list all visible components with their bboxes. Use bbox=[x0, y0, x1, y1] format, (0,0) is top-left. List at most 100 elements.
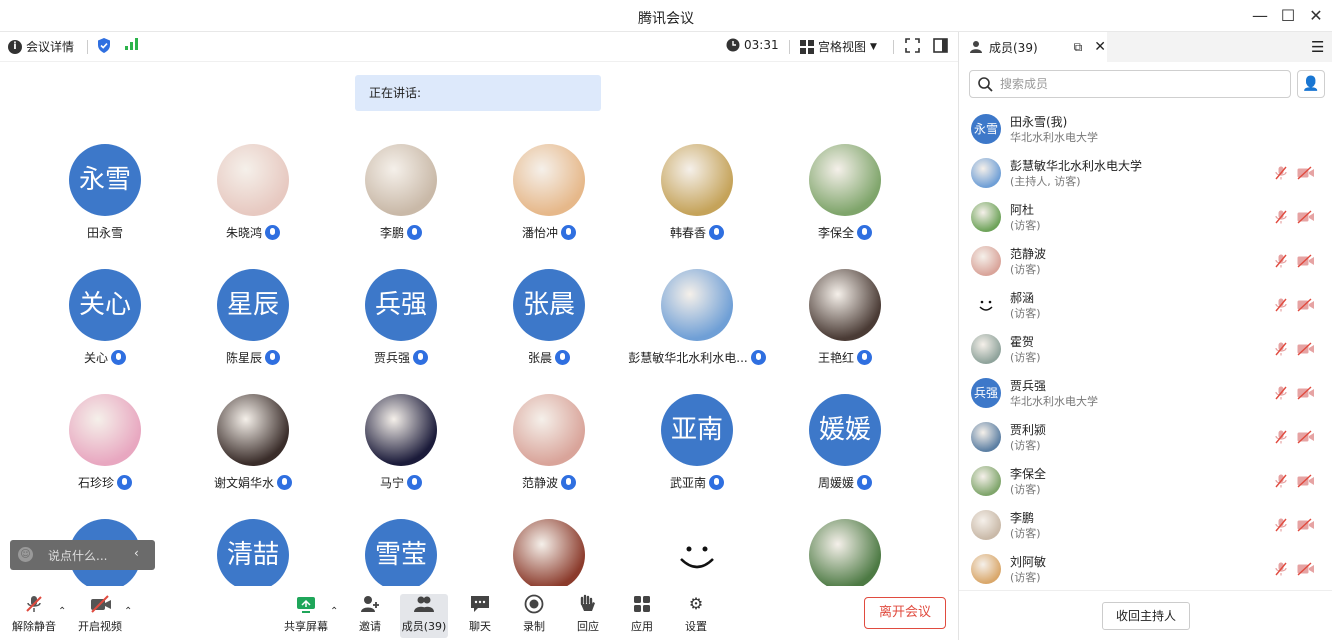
settings-button[interactable]: ⚙ 设置 bbox=[670, 594, 722, 638]
minimize-icon[interactable]: — bbox=[1250, 6, 1270, 26]
share-screen-button[interactable]: 共享屏幕 bbox=[280, 594, 332, 638]
quick-chat-input[interactable]: ☺ 说点什么... ‹ bbox=[10, 540, 155, 570]
invite-label: 邀请 bbox=[359, 620, 381, 633]
maximize-icon[interactable]: ☐ bbox=[1278, 6, 1298, 26]
close-panel-icon[interactable]: ✕ bbox=[1094, 39, 1106, 55]
participant-tile[interactable]: 亚南 武亚南 bbox=[627, 372, 767, 490]
mic-muted-icon[interactable] bbox=[1275, 562, 1289, 576]
leave-meeting-button[interactable]: 离开会议 bbox=[864, 597, 946, 629]
participant-tile[interactable]: 李保全 bbox=[775, 122, 915, 240]
participant-tile[interactable]: 永雪 田永雪 bbox=[35, 122, 175, 240]
participant-tile[interactable]: 马宁 bbox=[331, 372, 471, 490]
view-mode-dropdown[interactable]: 宫格视图 ▼ bbox=[800, 38, 877, 55]
members-button[interactable]: 成员(39) bbox=[400, 594, 448, 638]
participant-name-text: 关心 bbox=[83, 351, 108, 365]
network-signal-button[interactable] bbox=[125, 38, 139, 50]
mic-muted-icon[interactable] bbox=[1275, 298, 1289, 312]
mic-muted-icon[interactable] bbox=[1275, 386, 1289, 400]
start-video-button[interactable]: 开启视频 bbox=[74, 594, 126, 638]
member-row[interactable]: 阿杜 (访客) bbox=[959, 196, 1332, 240]
mic-muted-icon[interactable] bbox=[1275, 430, 1289, 444]
camera-off-icon[interactable] bbox=[1297, 166, 1315, 180]
participant-tile[interactable]: 范静波 bbox=[479, 372, 619, 490]
mic-muted-icon[interactable] bbox=[1275, 342, 1289, 356]
camera-off-icon[interactable] bbox=[1297, 386, 1315, 400]
unmute-button[interactable]: 解除静音 bbox=[8, 594, 60, 638]
participant-tile[interactable]: 雪莹 bbox=[331, 497, 471, 586]
invite-member-button[interactable]: 👤 bbox=[1297, 70, 1325, 98]
chat-button[interactable]: 聊天 bbox=[454, 594, 506, 638]
camera-off-icon[interactable] bbox=[1297, 474, 1315, 488]
participant-tile[interactable]: 兵强 贾兵强 bbox=[331, 247, 471, 365]
participant-tile[interactable]: 清喆 bbox=[183, 497, 323, 586]
mic-muted-icon[interactable] bbox=[1275, 166, 1289, 180]
member-row[interactable]: 李保全 (访客) bbox=[959, 460, 1332, 504]
avatar: 兵强 bbox=[365, 269, 437, 341]
mic-icon bbox=[277, 475, 292, 490]
fullscreen-button[interactable] bbox=[905, 38, 920, 53]
menu-icon[interactable]: ☰ bbox=[1311, 38, 1324, 56]
record-button[interactable]: 录制 bbox=[508, 594, 560, 638]
member-row[interactable]: 永雪 田永雪(我) 华北水利水电大学 bbox=[959, 108, 1332, 152]
share-options-chevron-icon[interactable]: ⌃ bbox=[330, 606, 338, 617]
close-icon[interactable]: ✕ bbox=[1306, 6, 1326, 26]
meeting-details-button[interactable]: i 会议详情 bbox=[8, 38, 74, 55]
participant-tile[interactable]: 媛媛 周媛媛 bbox=[775, 372, 915, 490]
tab-members[interactable]: 成员(39) ⧉ ✕ bbox=[959, 32, 1107, 62]
participant-tile[interactable]: 关心 关心 bbox=[35, 247, 175, 365]
member-row[interactable]: 李鹏 (访客) bbox=[959, 504, 1332, 548]
member-row[interactable]: 郝涵 (访客) bbox=[959, 284, 1332, 328]
participant-tile[interactable]: 石珍珍 bbox=[35, 372, 175, 490]
participant-name: 周媛媛 bbox=[775, 474, 915, 491]
participant-tile[interactable]: 李鹏 bbox=[331, 122, 471, 240]
apps-button[interactable]: 应用 bbox=[616, 594, 668, 638]
participant-name: 谢文娟华水 bbox=[183, 474, 323, 491]
member-name: 阿杜 bbox=[1010, 203, 1035, 217]
participant-tile[interactable] bbox=[627, 497, 767, 586]
invite-button[interactable]: 邀请 bbox=[344, 594, 396, 638]
mic-muted-icon[interactable] bbox=[1275, 518, 1289, 532]
mic-icon bbox=[750, 350, 766, 365]
toggle-sidebar-button[interactable] bbox=[933, 38, 948, 53]
mic-muted-icon[interactable] bbox=[1275, 474, 1289, 488]
video-options-chevron-icon[interactable]: ⌃ bbox=[124, 606, 132, 617]
participant-tile[interactable]: 谢文娟华水 bbox=[183, 372, 323, 490]
member-role: (访客) bbox=[1010, 483, 1041, 496]
reclaim-host-button[interactable]: 收回主持人 bbox=[1102, 602, 1190, 630]
participant-tile[interactable] bbox=[775, 497, 915, 586]
member-row[interactable]: 刘阿敏 (访客) bbox=[959, 548, 1332, 590]
participant-tile[interactable] bbox=[479, 497, 619, 586]
avatar-photo bbox=[661, 144, 733, 216]
member-row[interactable]: 贾利颍 (访客) bbox=[959, 416, 1332, 460]
security-shield-button[interactable] bbox=[97, 38, 111, 53]
camera-off-icon[interactable] bbox=[1297, 342, 1315, 356]
mic-muted-icon[interactable] bbox=[1275, 210, 1289, 224]
participant-tile[interactable]: 朱晓鸿 bbox=[183, 122, 323, 240]
member-name: 贾利颍 bbox=[1010, 423, 1047, 437]
camera-off-icon[interactable] bbox=[1297, 254, 1315, 268]
camera-off-icon[interactable] bbox=[1297, 298, 1315, 312]
participant-tile[interactable]: 王艳红 bbox=[775, 247, 915, 365]
popout-icon[interactable]: ⧉ bbox=[1074, 40, 1083, 55]
search-icon bbox=[978, 77, 993, 92]
camera-off-icon[interactable] bbox=[1297, 518, 1315, 532]
video-grid: 正在讲话: 永雪 田永雪 朱晓鸿 李鹏 潘怡冲 韩春香 李保全 关心 关心 星辰 陈星辰 兵强 贾兵强张… bbox=[0, 62, 958, 586]
camera-off-icon[interactable] bbox=[1297, 430, 1315, 444]
participant-tile[interactable]: 潘怡冲 bbox=[479, 122, 619, 240]
audio-options-chevron-icon[interactable]: ⌃ bbox=[58, 606, 66, 617]
reaction-button[interactable]: 回应 bbox=[562, 594, 614, 638]
participant-tile[interactable]: 彭慧敏华北水利水电... bbox=[627, 247, 767, 365]
member-row[interactable]: 范静波 (访客) bbox=[959, 240, 1332, 284]
camera-off-icon[interactable] bbox=[1297, 562, 1315, 576]
emoji-icon[interactable]: ☺ bbox=[18, 547, 33, 562]
participant-tile[interactable]: 张晨 张晨 bbox=[479, 247, 619, 365]
participant-tile[interactable]: 韩春香 bbox=[627, 122, 767, 240]
member-row[interactable]: 兵强 贾兵强 华北水利水电大学 bbox=[959, 372, 1332, 416]
search-input[interactable]: 搜索成员 bbox=[969, 70, 1291, 98]
member-row[interactable]: 彭慧敏华北水利水电大学 (主持人, 访客) bbox=[959, 152, 1332, 196]
collapse-chevron-icon[interactable]: ‹ bbox=[134, 546, 139, 560]
mic-muted-icon[interactable] bbox=[1275, 254, 1289, 268]
participant-tile[interactable]: 星辰 陈星辰 bbox=[183, 247, 323, 365]
camera-off-icon[interactable] bbox=[1297, 210, 1315, 224]
member-row[interactable]: 霍贺 (访客) bbox=[959, 328, 1332, 372]
